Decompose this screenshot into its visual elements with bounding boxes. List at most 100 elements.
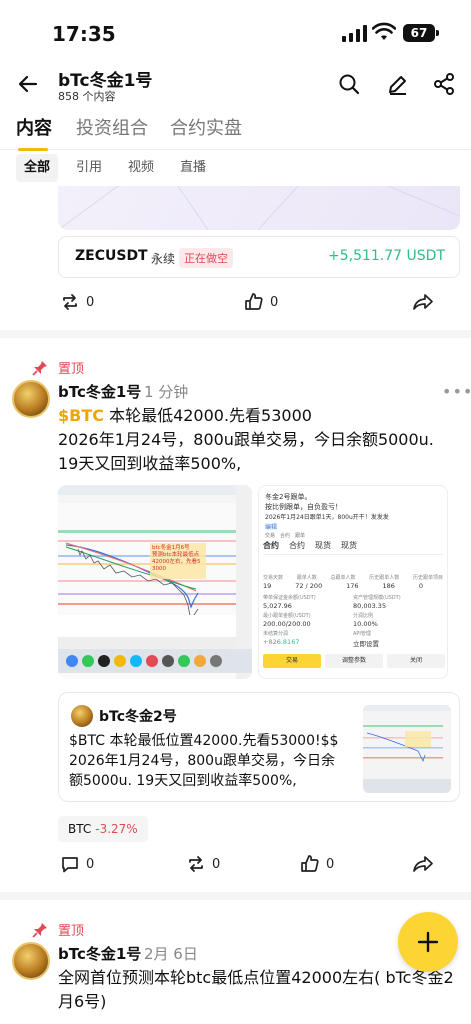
post-author[interactable]: bTc冬金1号 [58, 943, 141, 964]
coin-change: -3.27% [95, 822, 138, 836]
like-button[interactable]: 0 [300, 854, 334, 874]
trade-position-card[interactable]: ZECUSDT 永续 正在做空 +5,511.77 USDT [58, 236, 460, 278]
tab-futures-live[interactable]: 合约实盘 [170, 114, 242, 140]
ct-days: 19 [263, 582, 272, 590]
ct-total: 176 [346, 582, 359, 590]
repost-count: 0 [212, 856, 221, 872]
ct-share: 10.00% [353, 620, 378, 628]
chart-annotation: btc冬金1月6号 预测btc本轮最低点 42000左右，先看5 3000 [152, 545, 201, 572]
like-button[interactable]: 0 [244, 292, 278, 312]
comment-count: 0 [86, 856, 95, 872]
thumbs-up-icon [245, 293, 263, 310]
pinned-text: 置顶 [58, 362, 85, 377]
quoted-post-card[interactable]: bTc冬金2号 $BTC 本轮最低位置42000.先看53000!$$ 2026… [58, 692, 460, 802]
comment-button[interactable]: 0 [60, 854, 94, 874]
thumbs-up-icon [301, 855, 319, 872]
tab-indicator [18, 148, 48, 151]
plus-icon [417, 931, 439, 953]
ticker-link[interactable]: $BTC [58, 406, 104, 425]
ct-edit: 编辑 [265, 524, 278, 531]
ct-api-label: API管理 [353, 631, 371, 637]
pinned-label: 置顶 [32, 358, 84, 377]
repost-button[interactable]: 0 [60, 292, 94, 312]
repost-count: 0 [86, 294, 95, 310]
ct-header: 冬金2号跟单。 [265, 493, 312, 501]
pinned-label: 置顶 [32, 920, 84, 939]
ct-tab: 现货 [315, 541, 331, 550]
trade-symbol: ZECUSDT [75, 248, 148, 264]
more-options-icon[interactable]: ••• [442, 382, 471, 401]
share-icon[interactable] [432, 72, 456, 96]
ct-trade-button: 交易 [263, 654, 321, 668]
ct-followers: 72 / 200 [295, 582, 323, 590]
ct-aum-label: 资产管理规模(USDT) [353, 595, 401, 601]
create-post-button[interactable] [398, 912, 458, 972]
ct-tab: 现货 [341, 541, 357, 550]
post-divider [0, 892, 471, 900]
like-count: 0 [326, 856, 335, 872]
post-actions: 0 0 [0, 292, 471, 322]
quoted-text: $BTC 本轮最低位置42000.先看53000!$$ 2026年1月24号，8… [69, 733, 339, 789]
repost-icon [63, 294, 77, 310]
trade-status-badge: 正在做空 [179, 248, 233, 268]
ct-history-label: 历史跟单人数 [369, 575, 400, 581]
ct-history: 186 [382, 582, 395, 590]
back-arrow-icon[interactable] [16, 72, 40, 96]
post-author[interactable]: bTc冬金1号 [58, 381, 141, 402]
share-post-button[interactable] [412, 854, 434, 874]
quoted-author: bTc冬金2号 [99, 709, 177, 725]
ct-followers-label: 跟单人数 [296, 575, 317, 581]
tab-content[interactable]: 内容 [16, 114, 52, 140]
post-image-copytrade[interactable]: 冬金2号跟单。 按比例跟单，自负盈亏！ 2026年1月24日跟单1天，800u开… [258, 485, 448, 679]
filter-video[interactable]: 视频 [120, 154, 162, 182]
battery-indicator: 67 [403, 24, 439, 42]
ct-tab: 合约 [289, 541, 305, 550]
status-time: 17:35 [52, 22, 116, 46]
filter-all[interactable]: 全部 [16, 154, 59, 182]
avatar[interactable] [12, 380, 50, 418]
quoted-avatar [71, 705, 93, 727]
ct-aum: 80,003.35 [353, 602, 387, 610]
ct-sub-tab: 跟单 [295, 533, 306, 539]
repost-button[interactable]: 0 [186, 854, 220, 874]
post-time: 1 分钟 [144, 383, 189, 401]
profile-tabs: 内容 投资组合 合约实盘 [0, 112, 471, 151]
ct-history-proj: 0 [418, 582, 423, 590]
ct-tab: 合约 [263, 541, 279, 550]
post-image-card[interactable] [58, 186, 460, 230]
post-body: $BTC 本轮最低42000.先看53000 2026年1月24号，800u跟单… [58, 404, 458, 476]
coin-symbol: BTC [68, 822, 92, 836]
ct-pending-label: 未结算分润 [263, 631, 289, 637]
ct-margin-label: 带单保证金余额(USDT) [263, 595, 316, 601]
ct-margin: 5,027.96 [263, 602, 292, 610]
filter-live[interactable]: 直播 [172, 154, 214, 182]
share-arrow-icon [413, 294, 433, 310]
ct-share-label: 分润比例 [353, 613, 374, 619]
pinned-text: 置顶 [58, 924, 85, 939]
profile-header: bTc冬金1号 858 个内容 [0, 62, 471, 106]
ct-adjust-button: 调整参数 [325, 654, 383, 668]
repost-icon [189, 856, 203, 872]
post-image-chart[interactable]: btc冬金1月6号 预测btc本轮最低点 42000左右，先看5 3000 [58, 485, 252, 679]
ct-history-proj-label: 历史跟单项目 [412, 575, 443, 581]
post-actions: 0 0 0 [0, 854, 471, 884]
pin-icon [32, 360, 47, 376]
trade-type: 永续 [151, 252, 176, 266]
trade-pnl: +5,511.77 USDT [328, 248, 445, 264]
quoted-thumbnail [363, 705, 451, 793]
pin-icon [32, 922, 47, 938]
ct-days-label: 交易天数 [263, 575, 284, 581]
search-icon[interactable] [337, 72, 361, 96]
post-line-2: 2026年1月24号，800u跟单交易，今日余额5000u. 19天又回到收益率… [58, 430, 434, 473]
coin-price-chip[interactable]: BTC -3.27% [58, 816, 148, 842]
filter-quote[interactable]: 引用 [68, 154, 110, 182]
tab-portfolio[interactable]: 投资组合 [76, 114, 148, 140]
ct-sub-tab: 合约 [280, 533, 291, 539]
post-body: 全网首位预测本轮btc最低点位置42000左右( bTc冬金2月6号) [58, 968, 454, 1011]
ct-pending: +826.8167 [263, 638, 300, 646]
edit-icon[interactable] [386, 72, 410, 96]
ct-min: 200.00/200.00 [263, 620, 311, 628]
share-post-button[interactable] [412, 292, 434, 312]
avatar[interactable] [12, 942, 50, 980]
ct-close-button: 关闭 [387, 654, 445, 668]
